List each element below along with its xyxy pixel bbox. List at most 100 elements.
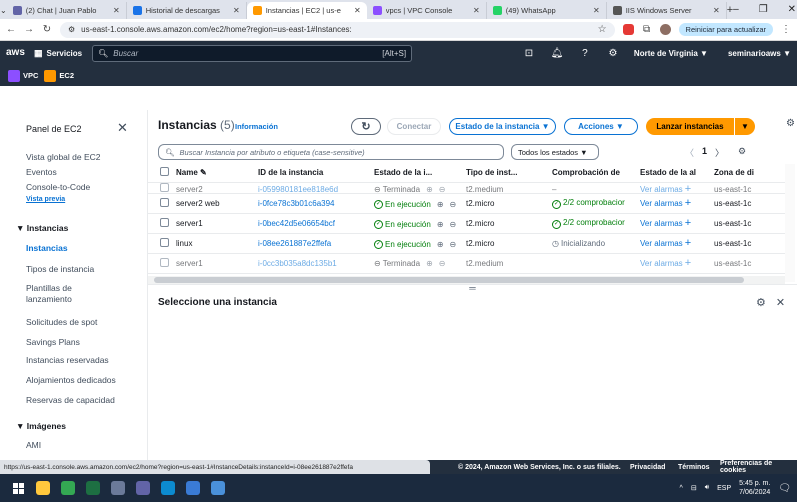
table-row[interactable]: server1 i-0bec42d5e06654bcf ✓ En ejecución ⊕… — [148, 213, 785, 234]
favorite-item[interactable]: VPC — [8, 69, 38, 82]
state-filter-select[interactable]: Todos los estados ▼ — [511, 144, 599, 160]
instance-id-link[interactable]: i-0bec42d5e06654bcf — [258, 219, 335, 228]
minimize-icon[interactable]: – — [733, 4, 739, 15]
connect-button[interactable]: Conectar — [387, 118, 441, 135]
browser-tab[interactable]: vpcs | VPC Console ✕ — [367, 2, 487, 19]
help-icon[interactable]: ? — [578, 48, 592, 59]
back-icon[interactable]: ← — [6, 24, 16, 35]
row-checkbox[interactable] — [160, 217, 169, 227]
sidebar-item[interactable]: ▼ Imágenes — [16, 421, 131, 432]
view-alarms-link[interactable]: Ver alarmas — [640, 199, 683, 208]
region-selector[interactable]: Norte de Virginia ▼ — [634, 49, 708, 58]
zoom-out-icon[interactable]: ⊖ — [439, 259, 446, 268]
add-alarm-icon[interactable]: + — [685, 217, 691, 229]
edge-taskbar-icon[interactable] — [161, 481, 175, 495]
cloudshell-icon[interactable]: ⊡ — [522, 48, 536, 59]
extension-icon[interactable] — [622, 24, 634, 35]
excel-taskbar-icon[interactable] — [86, 481, 100, 495]
add-alarm-icon[interactable]: + — [685, 183, 691, 192]
column-header[interactable]: Comprobación de — [548, 164, 636, 183]
select-all-checkbox[interactable] — [160, 167, 169, 177]
privacy-link[interactable]: Privacidad — [630, 464, 665, 471]
favorite-item[interactable]: EC2 — [44, 69, 74, 82]
panel-settings-icon[interactable]: ⚙ — [786, 118, 795, 129]
browser-tab[interactable]: IIS Windows Server ✕ — [607, 2, 727, 19]
status-check-label[interactable]: 2/2 comprobacior — [563, 198, 625, 207]
zoom-in-icon[interactable]: ⊕ — [426, 185, 433, 192]
row-checkbox[interactable] — [160, 197, 169, 207]
row-checkbox[interactable] — [160, 257, 169, 267]
tab-close-icon[interactable]: ✕ — [113, 6, 120, 15]
tab-close-icon[interactable]: ✕ — [713, 6, 720, 15]
table-vertical-scrollbar[interactable] — [785, 164, 795, 282]
file-explorer-taskbar-icon[interactable] — [36, 481, 50, 495]
tab-close-icon[interactable]: ✕ — [593, 6, 600, 15]
zoom-out-icon[interactable]: ⊖ — [450, 220, 457, 229]
settings-gear-icon[interactable]: ⚙ — [606, 48, 620, 59]
row-checkbox[interactable] — [160, 237, 169, 247]
tab-close-icon[interactable]: ✕ — [354, 6, 361, 15]
next-page-icon[interactable]: 〉 — [715, 146, 724, 159]
zoom-in-icon[interactable]: ⊕ — [426, 259, 433, 268]
zoom-out-icon[interactable]: ⊖ — [450, 200, 457, 209]
forward-icon[interactable]: → — [24, 24, 34, 35]
notifications-bell-icon[interactable]: 🔔︎ — [550, 48, 564, 59]
column-header[interactable]: Name ✎ — [172, 164, 254, 183]
detail-close-icon[interactable]: ✕ — [776, 296, 785, 309]
info-link[interactable]: Información — [235, 122, 278, 131]
detail-settings-icon[interactable]: ⚙ — [756, 296, 766, 309]
app3-taskbar-icon[interactable] — [211, 481, 225, 495]
sidebar-item[interactable]: Savings Plans — [26, 337, 141, 348]
chrome-taskbar-icon[interactable] — [61, 481, 75, 495]
sidebar-item[interactable]: Reservas de capacidad — [26, 395, 141, 406]
preview-badge[interactable]: Vista previa — [26, 196, 65, 203]
browser-tab[interactable]: Historial de descargas ✕ — [127, 2, 247, 19]
close-sidebar-icon[interactable]: ✕ — [117, 120, 128, 136]
bookmark-star-icon[interactable]: ☆ — [598, 24, 607, 35]
teams-taskbar-icon[interactable] — [136, 481, 150, 495]
row-checkbox[interactable] — [160, 182, 169, 192]
tab-close-icon[interactable]: ✕ — [473, 6, 480, 15]
browser-tab[interactable]: (49) WhatsApp ✕ — [487, 2, 607, 19]
table-row[interactable]: server1 i-0cc3b035a8dc135b1 ⊖ Terminada ⊕ ⊖ t2… — [148, 253, 785, 274]
zoom-out-icon[interactable]: ⊖ — [450, 240, 457, 249]
add-alarm-icon[interactable]: + — [685, 197, 691, 209]
sidebar-item[interactable]: Vista global de EC2 — [26, 152, 141, 163]
launch-instances-button[interactable]: Lanzar instancias — [646, 118, 734, 135]
profile-avatar[interactable] — [659, 24, 671, 35]
terms-link[interactable]: Términos — [678, 464, 710, 471]
view-alarms-link[interactable]: Ver alarmas — [640, 239, 683, 248]
zoom-in-icon[interactable]: ⊕ — [437, 240, 444, 249]
table-preferences-icon[interactable]: ⚙ — [738, 146, 746, 159]
instance-id-link[interactable]: i-0fce78c3b01c6a394 — [258, 199, 335, 208]
current-page[interactable]: 1 — [702, 146, 707, 159]
instance-id-link[interactable]: i-08ee261887e2ffefa — [258, 239, 331, 248]
tray-chevron-icon[interactable]: ^ — [680, 485, 683, 492]
column-header[interactable]: ID de la instancia — [254, 164, 370, 183]
instance-id-link[interactable]: i-0cc3b035a8dc135b1 — [258, 259, 337, 268]
instance-id-link[interactable]: i-059980181ee818e6d — [258, 185, 338, 192]
table-row[interactable]: server2 web i-0fce78c3b01c6a394 ✓ En ejecuc… — [148, 193, 785, 214]
add-alarm-icon[interactable]: + — [685, 257, 691, 269]
launch-dropdown-button[interactable]: ▼ — [735, 118, 755, 135]
zoom-in-icon[interactable]: ⊕ — [437, 220, 444, 229]
volume-icon[interactable]: 🔊︎ — [705, 484, 709, 492]
maximize-icon[interactable]: ❐ — [759, 4, 768, 15]
split-panel-handle[interactable]: ═ — [148, 284, 797, 293]
services-menu[interactable]: ▦ Servicios — [34, 48, 82, 59]
extensions-puzzle-icon[interactable]: ⧉ — [642, 24, 652, 35]
reload-update-button[interactable]: Reiniciar para actualizar — [678, 23, 773, 36]
browser-tab[interactable]: (2) Chat | Juan Pablo ✕ — [7, 2, 127, 19]
sidebar-item[interactable]: ▼ Instancias — [16, 223, 131, 234]
sidebar-item[interactable]: Instancias reservadas — [26, 355, 141, 366]
aws-search-input[interactable]: 🔍︎ Buscar [Alt+S] — [92, 44, 413, 62]
sidebar-item[interactable]: Eventos — [26, 167, 141, 178]
refresh-button[interactable]: ↻ — [351, 118, 381, 135]
scrollbar-thumb[interactable] — [154, 277, 744, 283]
url-field[interactable]: ⚙ us-east-1.console.aws.amazon.com/ec2/h… — [60, 21, 615, 38]
site-info-icon[interactable]: ⚙ — [68, 25, 75, 34]
notifications-icon[interactable]: 🗨︎ — [778, 483, 791, 494]
sidebar-item[interactable]: Instancias — [26, 243, 141, 254]
view-alarms-link[interactable]: Ver alarmas — [640, 259, 683, 268]
start-taskbar-icon[interactable] — [11, 481, 25, 495]
